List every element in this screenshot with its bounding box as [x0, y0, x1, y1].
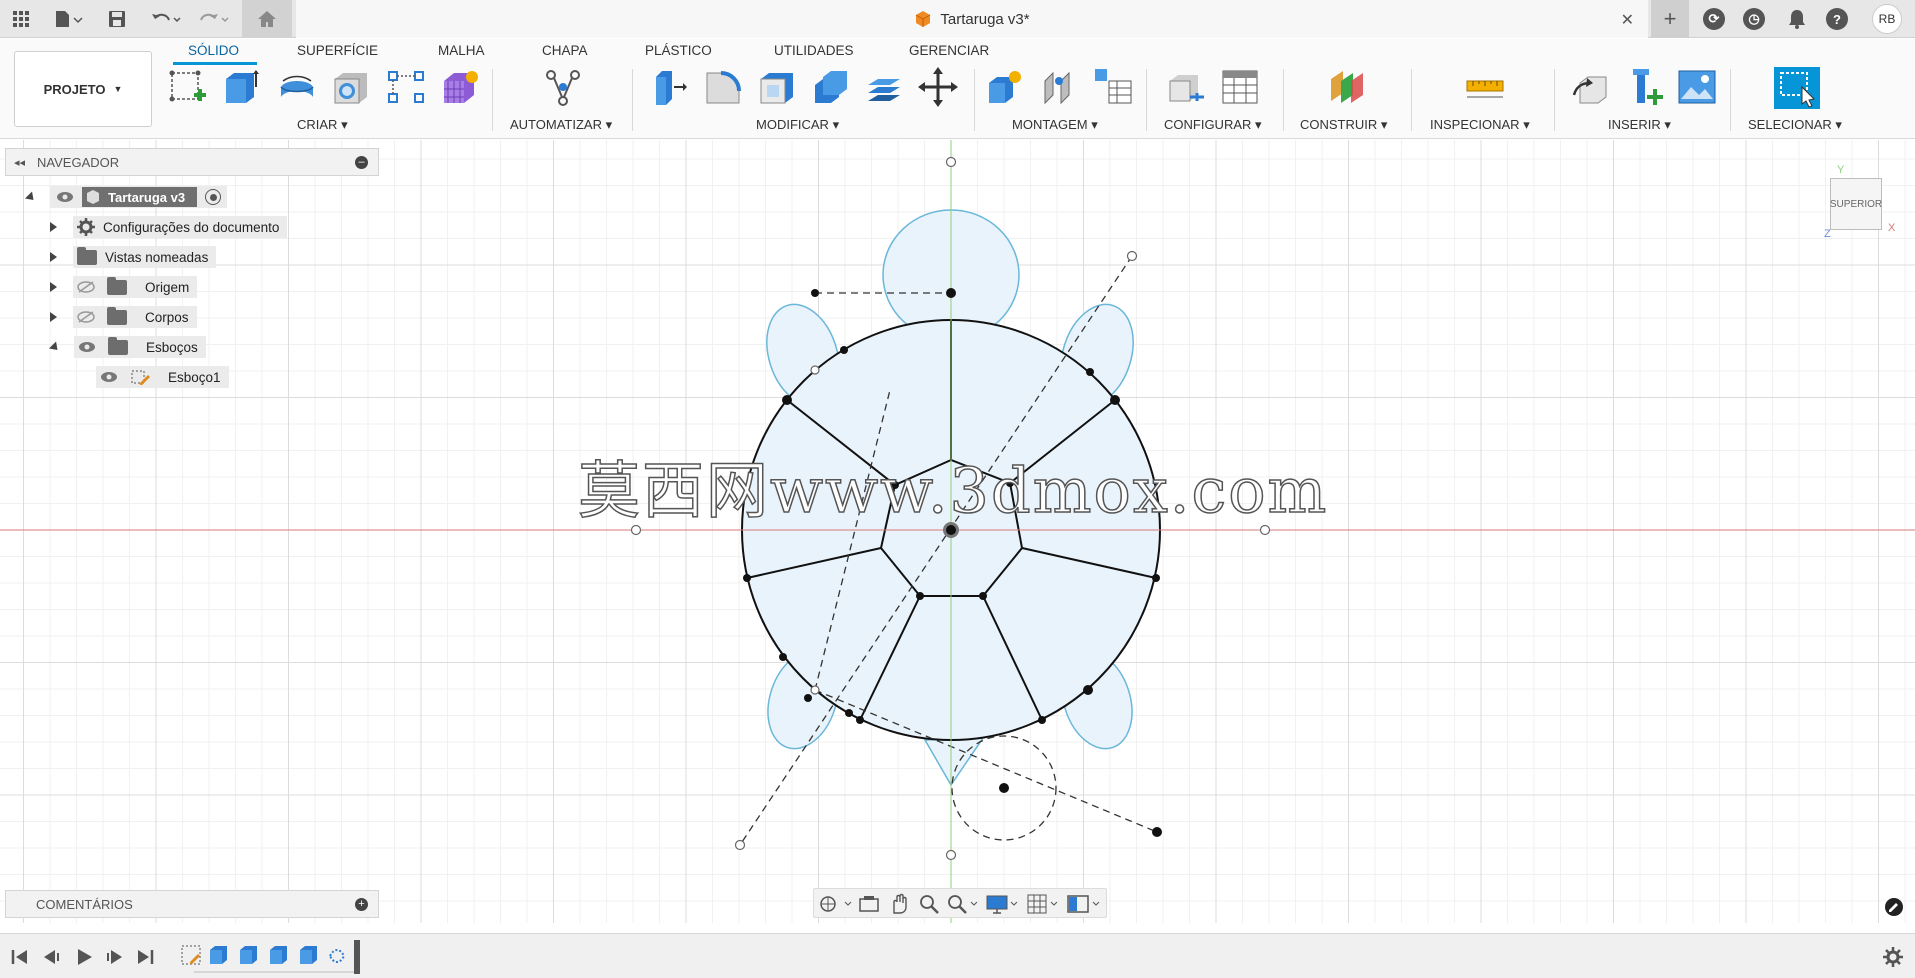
expand-arrow-icon[interactable]	[50, 312, 57, 322]
tree-item-named-views[interactable]: Vistas nomeadas	[50, 245, 217, 269]
go-to-end-icon[interactable]	[135, 948, 155, 966]
collapse-panel-icon[interactable]: ◂◂	[14, 156, 25, 169]
comments-title: COMENTÁRIOS	[36, 896, 133, 912]
tree-item-label: Esboços	[146, 339, 198, 355]
activate-radio-icon[interactable]	[205, 189, 222, 205]
timeline-settings-gear-icon[interactable]	[1882, 946, 1904, 968]
tree-item-label: Esboço1	[168, 369, 221, 385]
pan-hand-icon[interactable]	[888, 893, 910, 915]
tree-item-label: Configurações do documento	[103, 219, 280, 235]
viewcube-axis-x: X	[1888, 222, 1896, 234]
timeline-marker[interactable]	[354, 940, 360, 974]
root-label: Tartaruga v3	[108, 189, 186, 205]
navigator-title: NAVEGADOR	[37, 154, 120, 170]
folder-icon	[107, 306, 127, 325]
zoom-icon[interactable]	[918, 893, 940, 915]
tree-item-sketches[interactable]: Esboços	[48, 335, 206, 359]
tree-item-sketch1[interactable]: Esboço1	[96, 365, 229, 389]
hidden-eye-icon[interactable]	[77, 311, 95, 323]
viewcube-face-top[interactable]: SUPERIOR	[1830, 178, 1882, 230]
folder-icon	[77, 246, 97, 265]
visibility-eye-icon[interactable]	[56, 191, 74, 203]
component-icon	[87, 190, 99, 204]
visibility-eye-icon[interactable]	[78, 341, 96, 353]
sketch-palette-icon[interactable]	[1884, 897, 1904, 917]
tree-item-label: Corpos	[145, 309, 189, 325]
tree-item-bodies[interactable]: Corpos	[50, 305, 197, 329]
look-at-icon[interactable]	[858, 894, 880, 914]
visibility-eye-icon[interactable]	[100, 371, 118, 383]
expand-arrow-icon[interactable]	[50, 222, 57, 232]
gear-icon	[77, 218, 95, 236]
viewcube-widget[interactable]: Y SUPERIOR X Z	[1810, 160, 1910, 250]
folder-icon	[108, 336, 128, 355]
expand-arrow-icon[interactable]	[24, 190, 38, 204]
fusion-app-window: Tartaruga v3* ✕ + ⟳ ◷ ? RB PROJETO ▼ SÓL…	[0, 0, 1915, 978]
viewcube-axis-z: Z	[1824, 228, 1831, 240]
browser-panel: ◂◂ NAVEGADOR –	[5, 148, 379, 176]
tree-item-origin[interactable]: Origem	[50, 275, 198, 299]
watermark-text: 莫西网www.3dmox.com	[577, 453, 1329, 528]
hidden-eye-icon[interactable]	[77, 281, 95, 293]
tail-profile	[923, 737, 985, 787]
viewports-icon[interactable]	[1066, 893, 1102, 915]
folder-icon	[107, 276, 127, 295]
zoom-window-icon[interactable]	[946, 893, 980, 915]
step-back-icon[interactable]	[42, 948, 62, 966]
expand-arrow-icon[interactable]	[50, 282, 57, 292]
expand-arrow-icon[interactable]	[50, 252, 57, 262]
timeline-bar	[0, 933, 1915, 978]
tree-item-label: Vistas nomeadas	[105, 249, 209, 265]
timeline-features[interactable]	[180, 940, 370, 976]
sketch-icon	[131, 370, 150, 385]
play-icon[interactable]	[74, 948, 94, 966]
viewcube-axis-y: Y	[1837, 164, 1845, 176]
step-forward-icon[interactable]	[104, 948, 124, 966]
add-comment-icon[interactable]: +	[355, 898, 368, 911]
go-to-start-icon[interactable]	[10, 948, 30, 966]
expand-arrow-icon[interactable]	[48, 340, 62, 354]
navigation-toolbar	[813, 888, 1107, 918]
tree-item-doc-settings[interactable]: Configurações do documento	[50, 215, 288, 239]
navigator-header[interactable]: ◂◂ NAVEGADOR –	[5, 148, 379, 176]
orbit-icon[interactable]	[818, 894, 854, 914]
grid-snap-icon[interactable]	[1026, 893, 1060, 915]
display-settings-icon[interactable]	[986, 893, 1020, 915]
comments-panel[interactable]: COMENTÁRIOS +	[5, 890, 379, 918]
tree-item-label: Origem	[145, 279, 190, 295]
tree-root[interactable]: Tartaruga v3	[24, 185, 228, 209]
minimize-panel-icon[interactable]: –	[355, 156, 368, 169]
